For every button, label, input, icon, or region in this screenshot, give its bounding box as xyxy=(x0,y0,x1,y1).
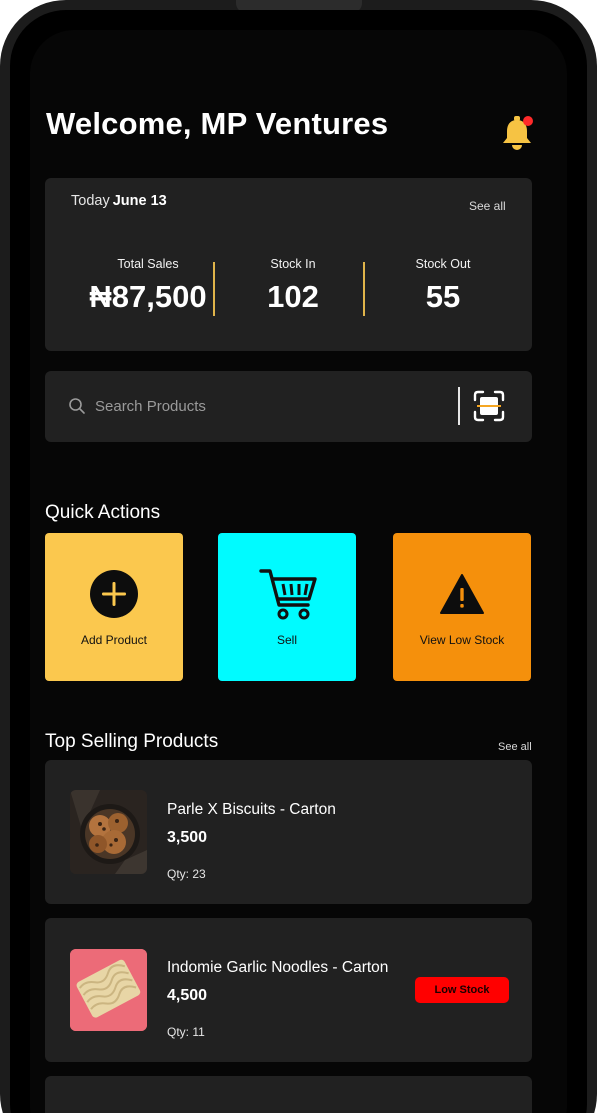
stock-out-value: 55 xyxy=(425,279,461,314)
product-quantity: Qty: 23 xyxy=(167,867,206,881)
date-value: June 13 xyxy=(112,193,167,209)
quick-actions-title: Quick Actions xyxy=(45,502,161,523)
sell-button[interactable]: Sell xyxy=(218,533,356,681)
search-bar xyxy=(45,371,532,442)
sell-label: Sell xyxy=(276,633,297,647)
product-price: 4,500 xyxy=(167,987,208,1004)
noodles-image xyxy=(70,949,147,1031)
top-selling-title: Top Selling Products xyxy=(45,731,219,752)
product-price: 3,500 xyxy=(167,829,208,846)
product-card[interactable]: Indomie Garlic Noodles - Carton 4,500 Qt… xyxy=(45,918,532,1062)
notification-bell-icon[interactable] xyxy=(500,106,534,154)
stock-in-label: Stock In xyxy=(270,257,316,271)
today-label: Today xyxy=(71,193,110,209)
stock-out-label: Stock Out xyxy=(415,257,471,271)
product-quantity: Qty: 11 xyxy=(167,1025,205,1039)
page-title: Welcome, MP Ventures xyxy=(46,106,389,141)
summary-see-all-link[interactable]: See all xyxy=(469,199,506,213)
product-name: Indomie Garlic Noodles - Carton xyxy=(167,959,389,976)
total-sales-label: Total Sales xyxy=(117,257,179,271)
low-stock-badge: Low Stock xyxy=(415,977,509,1003)
stock-in-value: 102 xyxy=(267,279,319,314)
plus-circle-icon xyxy=(90,570,138,618)
top-selling-see-all-link[interactable]: See all xyxy=(498,741,532,753)
view-low-stock-button[interactable]: View Low Stock xyxy=(393,533,531,681)
search-input[interactable] xyxy=(95,393,395,419)
product-image xyxy=(70,949,147,1031)
biscuits-image xyxy=(70,790,147,874)
cart-icon xyxy=(259,569,317,620)
view-low-stock-label: View Low Stock xyxy=(419,633,505,647)
warning-icon xyxy=(440,574,484,614)
search-icon xyxy=(69,398,85,414)
product-name: Parle X Biscuits - Carton xyxy=(167,801,336,818)
sales-summary-card: Today June 13 See all Total Sales ₦87,500… xyxy=(45,178,532,351)
barcode-scan-icon[interactable] xyxy=(472,389,506,423)
today-date: Today June 13 xyxy=(71,193,167,209)
product-card[interactable]: Parle X Biscuits - Carton 3,500 Qty: 23 xyxy=(45,760,532,904)
search-divider xyxy=(458,387,460,425)
add-product-button[interactable]: Add Product xyxy=(45,533,183,681)
add-product-label: Add Product xyxy=(80,633,148,647)
product-card[interactable] xyxy=(45,1076,532,1113)
product-image xyxy=(70,790,147,874)
